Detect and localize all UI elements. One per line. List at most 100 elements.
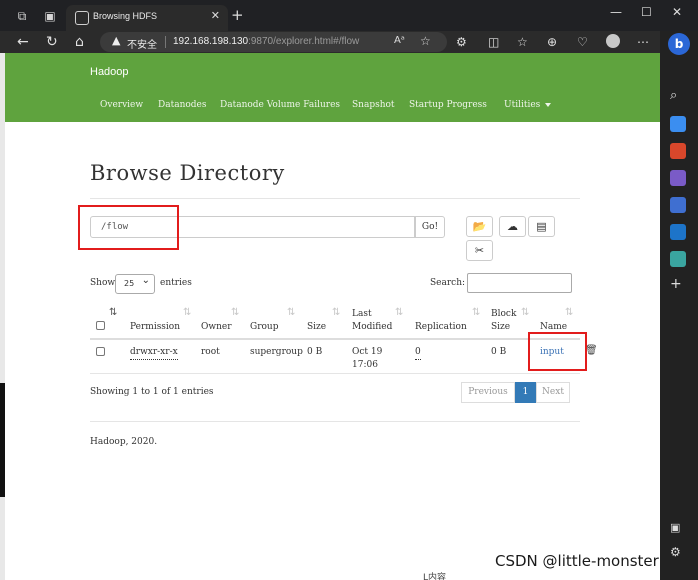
security-label[interactable]: 不安全 <box>127 36 157 51</box>
header-size[interactable]: Size <box>307 321 326 334</box>
upload-button[interactable]: ☁ <box>499 216 526 237</box>
cut-paste-button[interactable]: ▤ <box>528 216 555 237</box>
address-divider <box>165 36 166 48</box>
select-all-checkbox[interactable] <box>96 321 105 330</box>
header-block-size[interactable]: Block Size <box>491 308 516 334</box>
address-bar[interactable]: ▲ 不安全 192.168.198.130:9870/explorer.html… <box>100 32 447 52</box>
extensions-icon[interactable]: ⚙ <box>456 34 467 50</box>
header-last-modified-line2: Modified <box>352 322 393 332</box>
permission-sort-icon[interactable]: ⇅ <box>183 307 191 318</box>
blocksize-sort-icon[interactable]: ⇅ <box>521 307 529 318</box>
header-last-modified-line1: Last <box>352 309 372 319</box>
footer-divider <box>90 421 580 422</box>
tab-browsing-hdfs[interactable]: Browsing HDFS ✕ <box>66 5 228 31</box>
settings-gear-icon[interactable]: ⚙ <box>670 545 686 561</box>
url-host: 192.168.198.130 <box>173 36 249 47</box>
browser-titlebar: ⧉ ▣ Browsing HDFS ✕ + — ☐ ✕ <box>0 0 698 31</box>
favorite-star-icon[interactable]: ☆ <box>420 34 431 48</box>
dropdown-caret-icon <box>545 102 552 107</box>
drop-icon[interactable] <box>670 251 686 267</box>
maximize-button[interactable]: ☐ <box>641 5 652 19</box>
shopping-tag-icon[interactable] <box>670 116 686 132</box>
header-permission[interactable]: Permission <box>130 321 180 334</box>
background-text: L内容 <box>423 573 447 580</box>
modified-sort-icon[interactable]: ⇅ <box>395 307 403 318</box>
tab-actions-icon[interactable]: ▣ <box>42 8 58 24</box>
tab-close-icon[interactable]: ✕ <box>211 9 220 22</box>
replication-sort-icon[interactable]: ⇅ <box>472 307 480 318</box>
table-header-divider <box>90 338 580 340</box>
row-modified-time: 17:06 <box>352 360 378 370</box>
workspaces-icon[interactable]: ⧉ <box>14 8 30 24</box>
nav-utilities[interactable]: Utilities <box>504 100 552 110</box>
browser-essentials-icon[interactable]: ♡ <box>577 34 588 50</box>
row-replication[interactable]: 0 <box>415 346 421 360</box>
nav-overview[interactable]: Overview <box>100 100 143 110</box>
show-label: Show <box>90 278 116 288</box>
collections-icon[interactable]: ⊕ <box>547 34 557 50</box>
search-icon[interactable]: ⌕ <box>670 88 686 104</box>
home-icon[interactable]: ⌂ <box>75 33 84 51</box>
nav-startup-progress[interactable]: Startup Progress <box>409 100 487 110</box>
office-icon[interactable] <box>670 197 686 213</box>
url-text[interactable]: 192.168.198.130:9870/explorer.html#/flow <box>173 36 359 47</box>
new-tab-button[interactable]: + <box>231 7 244 23</box>
pagination-page-1[interactable]: 1 <box>515 382 536 403</box>
back-icon[interactable]: ← <box>17 33 29 51</box>
csdn-watermark: CSDN @little-monster <box>495 552 659 570</box>
outlook-icon[interactable] <box>670 224 686 240</box>
row-checkbox[interactable] <box>96 347 105 356</box>
browser-toolbar: ← ↻ ⌂ ▲ 不安全 192.168.198.130:9870/explore… <box>0 31 698 53</box>
edge-sidebar: b ⌕ + ▣ ⚙ <box>660 31 698 580</box>
pagination-next[interactable]: Next <box>536 382 570 403</box>
title-divider <box>90 198 580 199</box>
read-aloud-icon[interactable]: Aᵃ <box>394 35 405 46</box>
games-icon[interactable] <box>670 170 686 186</box>
refresh-icon[interactable]: ↻ <box>46 33 58 51</box>
go-button[interactable]: Go! <box>415 216 445 238</box>
header-last-modified[interactable]: Last Modified <box>352 308 392 334</box>
header-replication[interactable]: Replication <box>415 321 467 334</box>
split-screen-icon[interactable]: ◫ <box>488 34 499 50</box>
row-owner: root <box>201 347 220 357</box>
nav-snapshot[interactable]: Snapshot <box>352 100 395 110</box>
row-modified-date: Oct 19 <box>352 347 383 357</box>
brand-link[interactable]: Hadoop <box>90 66 129 78</box>
header-block-size-line2: Size <box>491 322 511 332</box>
owner-sort-icon[interactable]: ⇅ <box>231 307 239 318</box>
paste-icon: ✂ <box>474 244 485 257</box>
entries-label: entries <box>160 278 192 288</box>
minimize-button[interactable]: — <box>610 5 622 19</box>
paste-button[interactable]: ✂ <box>466 240 493 261</box>
cloud-upload-icon: ☁ <box>507 220 518 233</box>
add-sidebar-app-icon[interactable]: + <box>670 277 686 293</box>
size-sort-icon[interactable]: ⇅ <box>332 307 340 318</box>
page-favicon-icon <box>75 11 89 25</box>
list-icon: ▤ <box>536 220 547 233</box>
window-close-button[interactable]: ✕ <box>672 5 682 19</box>
favorites-icon[interactable]: ☆ <box>517 34 528 50</box>
table-search-input[interactable] <box>467 273 572 293</box>
bing-chat-icon[interactable]: b <box>668 33 690 55</box>
select-sort-icon[interactable]: ⇅ <box>109 307 117 318</box>
page-size-select[interactable]: 25 <box>115 274 155 294</box>
tools-icon[interactable] <box>670 143 686 159</box>
search-label: Search: <box>430 278 466 288</box>
create-directory-button[interactable]: 📂 <box>466 216 493 237</box>
header-owner[interactable]: Owner <box>201 321 232 334</box>
nav-datanodes[interactable]: Datanodes <box>158 100 207 110</box>
row-permission[interactable]: drwxr-xr-x <box>130 346 178 360</box>
profile-avatar[interactable] <box>606 34 620 48</box>
sidebar-layout-icon[interactable]: ▣ <box>670 521 686 537</box>
nav-datanode-volume-failures[interactable]: Datanode Volume Failures <box>220 100 340 110</box>
name-sort-icon[interactable]: ⇅ <box>565 307 573 318</box>
pagination-previous[interactable]: Previous <box>461 382 515 403</box>
nav-utilities-label: Utilities <box>504 100 541 110</box>
highlight-path-annotation <box>78 205 179 250</box>
group-sort-icon[interactable]: ⇅ <box>287 307 295 318</box>
hadoop-navbar: Hadoop Overview Datanodes Datanode Volum… <box>5 53 660 122</box>
header-group[interactable]: Group <box>250 321 278 334</box>
warning-icon[interactable]: ▲ <box>112 34 120 47</box>
more-menu-icon[interactable]: ⋯ <box>637 34 649 50</box>
row-block-size: 0 B <box>491 347 507 357</box>
